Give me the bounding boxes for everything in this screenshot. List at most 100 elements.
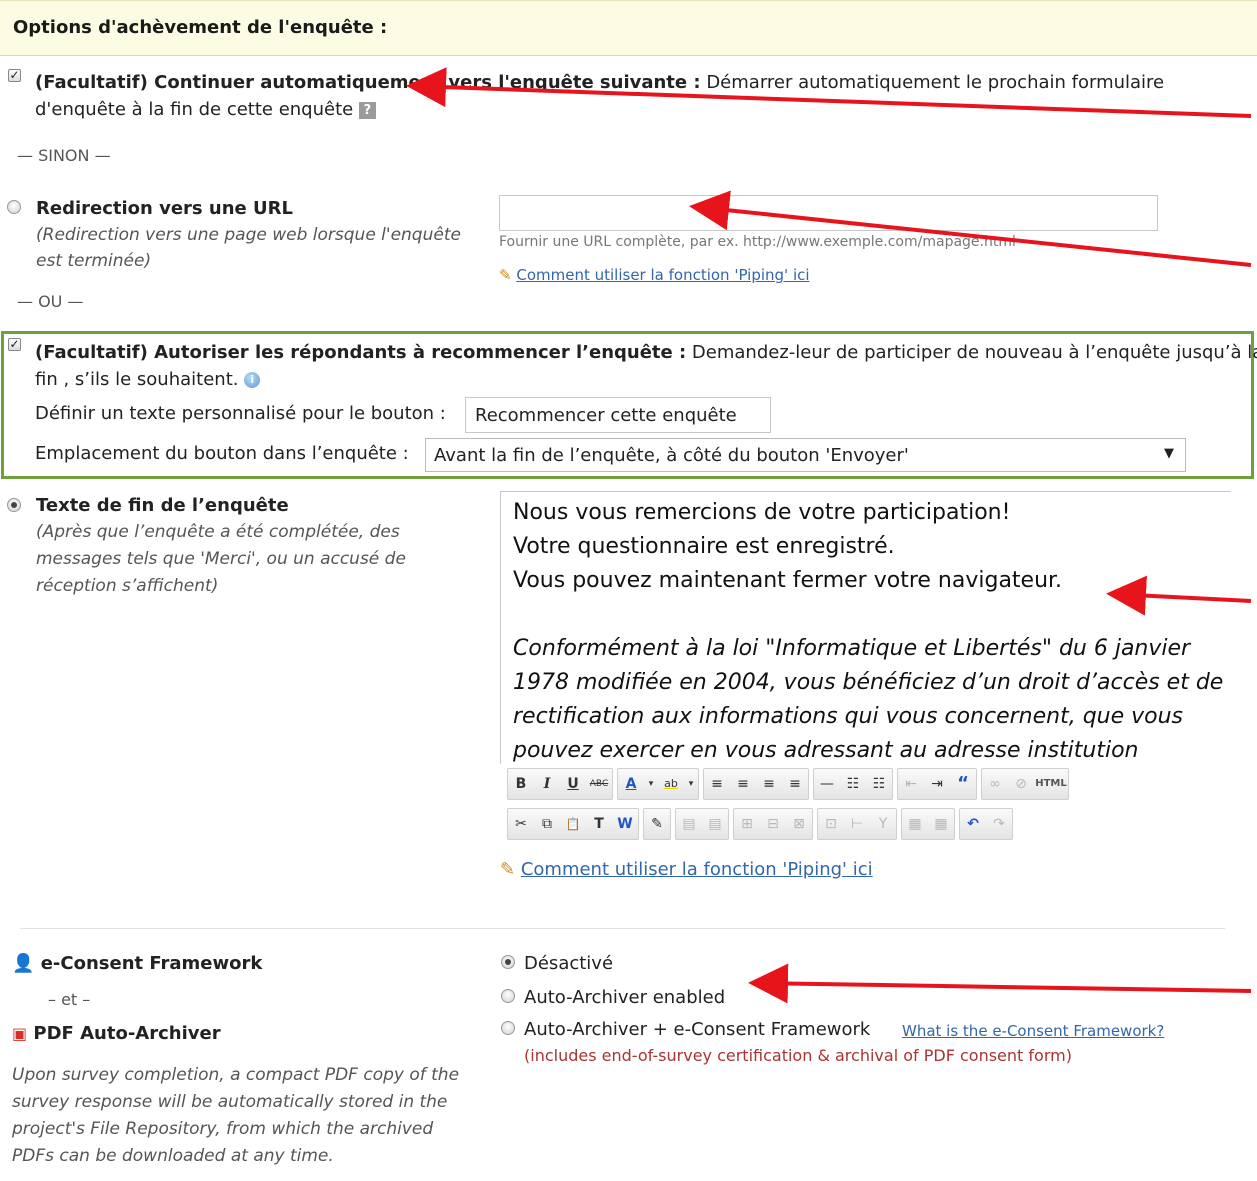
- toolbar-group-table-b: ⊞ ⊟ ⊠: [733, 808, 813, 840]
- undo-icon[interactable]: ↶: [960, 809, 986, 839]
- bullet-list-icon[interactable]: ☷: [840, 769, 866, 799]
- numbered-list-icon[interactable]: ☷: [866, 769, 892, 799]
- insert-row-icon[interactable]: ⊞: [734, 809, 760, 839]
- editor-italic-line: 1978 modifiée en 2004, vous bénéficiez d…: [513, 670, 1224, 695]
- restart-label-rest: Demandez-leur de participer de nouveau à…: [686, 342, 1257, 363]
- cut-icon[interactable]: ✂: [508, 809, 534, 839]
- redirect-url-input[interactable]: [499, 195, 1158, 231]
- pencil-icon: ✎: [500, 859, 516, 880]
- link-icon[interactable]: ∞: [982, 769, 1008, 799]
- help-icon[interactable]: ?: [358, 101, 376, 119]
- arrow-econsent: [748, 963, 1252, 1004]
- econsent-option-full-label[interactable]: Auto-Archiver + e-Consent Framework: [524, 1017, 870, 1043]
- toolbar-group-color: A ▾ ab ▾: [617, 768, 699, 800]
- section-header: Options d'achèvement de l'enquête :: [0, 0, 1257, 56]
- delete-row-icon[interactable]: ⊟: [760, 809, 786, 839]
- econsent-what-link[interactable]: What is the e-Consent Framework?: [902, 1020, 1164, 1042]
- auto-continue-label: (Facultatif) Continuer automatiquement v…: [35, 70, 1164, 96]
- archiver-title: PDF Auto-Archiver: [33, 1023, 221, 1044]
- table-row-icon[interactable]: ▤: [676, 809, 702, 839]
- end-text-radio[interactable]: [7, 498, 21, 512]
- archiver-desc-3: project's File Repository, from which th…: [12, 1119, 434, 1139]
- editor-toolbar-row-1: B I U ABC A ▾ ab ▾ ≡ ≡ ≡ ≡ — ☷ ☷ ⇤ ⇥ “ ∞…: [507, 768, 1073, 800]
- horizontal-rule-icon[interactable]: —: [814, 769, 840, 799]
- placement-label: Emplacement du bouton dans l’enquête :: [35, 443, 409, 464]
- highlight-color-button[interactable]: ab: [658, 769, 684, 799]
- redo-icon[interactable]: ↷: [986, 809, 1012, 839]
- toolbar-group-table-d: ▦ ▦: [901, 808, 955, 840]
- pdf-icon: ▣: [12, 1024, 28, 1043]
- placement-select-value: Avant la fin de l’enquête, à côté du bou…: [434, 445, 909, 466]
- end-piping-link[interactable]: Comment utiliser la fonction 'Piping' ic…: [521, 859, 873, 880]
- table-col-icon[interactable]: ▤: [702, 809, 728, 839]
- editor-line: Vous pouvez maintenant fermer votre navi…: [513, 568, 1063, 593]
- auto-continue-label-bold: (Facultatif) Continuer automatiquement v…: [35, 72, 701, 93]
- restart-label-line2-wrap: fin , s’ils le souhaitent. i: [35, 367, 261, 393]
- blockquote-icon[interactable]: “: [950, 769, 976, 799]
- outdent-icon[interactable]: ⇤: [898, 769, 924, 799]
- info-icon[interactable]: i: [244, 372, 261, 388]
- merge-cells-icon[interactable]: ▦: [902, 809, 928, 839]
- econsent-option-full-radio[interactable]: [501, 1021, 515, 1035]
- toolbar-group-edit: ✎: [643, 808, 671, 840]
- end-text-desc-2: messages tels que 'Merci', ou un accusé …: [36, 549, 406, 569]
- econsent-option-disabled-label[interactable]: Désactivé: [524, 951, 613, 977]
- redirect-piping-wrap: ✎ Comment utiliser la fonction 'Piping' …: [499, 264, 810, 286]
- econsent-note: (includes end-of-survey certification & …: [524, 1046, 1072, 1065]
- cell-props-icon[interactable]: ▦: [928, 809, 954, 839]
- separator-sinon: — SINON —: [17, 146, 111, 165]
- paste-word-icon[interactable]: W: [612, 809, 638, 839]
- redirect-url-radio[interactable]: [7, 200, 21, 214]
- unlink-icon[interactable]: ⊘: [1008, 769, 1034, 799]
- restart-label-bold: (Facultatif) Autoriser les répondants à …: [35, 342, 687, 363]
- auto-continue-label-line2: d'enquête à la fin de cette enquête: [35, 99, 354, 120]
- editor-italic-line: Conformément à la loi "Informatique et L…: [513, 636, 1191, 661]
- underline-button[interactable]: U: [560, 769, 586, 799]
- archiver-desc-1: Upon survey completion, a compact PDF co…: [12, 1065, 460, 1085]
- copy-icon[interactable]: ⧉: [534, 809, 560, 839]
- dropdown-arrow-icon: ▼: [1164, 446, 1174, 461]
- restart-checkbox[interactable]: ✓: [8, 338, 21, 351]
- custom-text-input[interactable]: [465, 397, 771, 433]
- auto-continue-checkbox[interactable]: ✓: [8, 69, 21, 82]
- indent-icon[interactable]: ⇥: [924, 769, 950, 799]
- split-cell-icon[interactable]: Y: [870, 809, 896, 839]
- toolbar-group-links: ∞ ⊘ HTML: [981, 768, 1069, 800]
- delete-col-icon[interactable]: ⊢: [844, 809, 870, 839]
- table-props-icon[interactable]: ⊠: [786, 809, 812, 839]
- toolbar-group-table-a: ▤ ▤: [675, 808, 729, 840]
- placement-select[interactable]: Avant la fin de l’enquête, à côté du bou…: [425, 438, 1186, 472]
- custom-text-label: Définir un texte personnalisé pour le bo…: [35, 403, 446, 424]
- html-source-button[interactable]: HTML: [1034, 769, 1068, 799]
- econsent-option-archiver-label[interactable]: Auto-Archiver enabled: [524, 985, 725, 1011]
- toolbar-group-indent: ⇤ ⇥ “: [897, 768, 977, 800]
- align-center-icon[interactable]: ≡: [730, 769, 756, 799]
- end-text-editor[interactable]: Nous vous remercions de votre participat…: [500, 491, 1231, 764]
- bold-button[interactable]: B: [508, 769, 534, 799]
- end-text-title: Texte de fin de l’enquête: [36, 495, 289, 516]
- econsent-option-disabled-radio[interactable]: [501, 955, 515, 969]
- end-text-desc-3: réception s’affichent): [36, 576, 219, 596]
- end-text-desc-1: (Après que l’enquête a été complétée, de…: [36, 522, 400, 542]
- redirect-piping-link[interactable]: Comment utiliser la fonction 'Piping' ic…: [516, 266, 809, 284]
- align-justify-icon[interactable]: ≡: [782, 769, 808, 799]
- paste-text-icon[interactable]: T: [586, 809, 612, 839]
- text-color-button[interactable]: A: [618, 769, 644, 799]
- editor-italic-line: rectification aux informations qui vous …: [513, 704, 1184, 729]
- toolbar-group-lists: — ☷ ☷: [813, 768, 893, 800]
- econsent-option-archiver-radio[interactable]: [501, 989, 515, 1003]
- text-color-dropdown-icon[interactable]: ▾: [644, 769, 658, 799]
- highlight-dropdown-icon[interactable]: ▾: [684, 769, 698, 799]
- redirect-url-desc-2: est terminée): [36, 251, 152, 271]
- paste-icon[interactable]: 📋: [560, 809, 586, 839]
- italic-button[interactable]: I: [534, 769, 560, 799]
- align-left-icon[interactable]: ≡: [704, 769, 730, 799]
- insert-col-icon[interactable]: ⊡: [818, 809, 844, 839]
- edit-icon[interactable]: ✎: [644, 809, 670, 839]
- redirect-url-hint: Fournir une URL complète, par ex. http:/…: [499, 234, 1016, 250]
- align-right-icon[interactable]: ≡: [756, 769, 782, 799]
- section-divider: [20, 928, 1225, 929]
- toolbar-group-table-c: ⊡ ⊢ Y: [817, 808, 897, 840]
- strikethrough-button[interactable]: ABC: [586, 769, 612, 799]
- user-check-icon: 👤: [12, 953, 35, 974]
